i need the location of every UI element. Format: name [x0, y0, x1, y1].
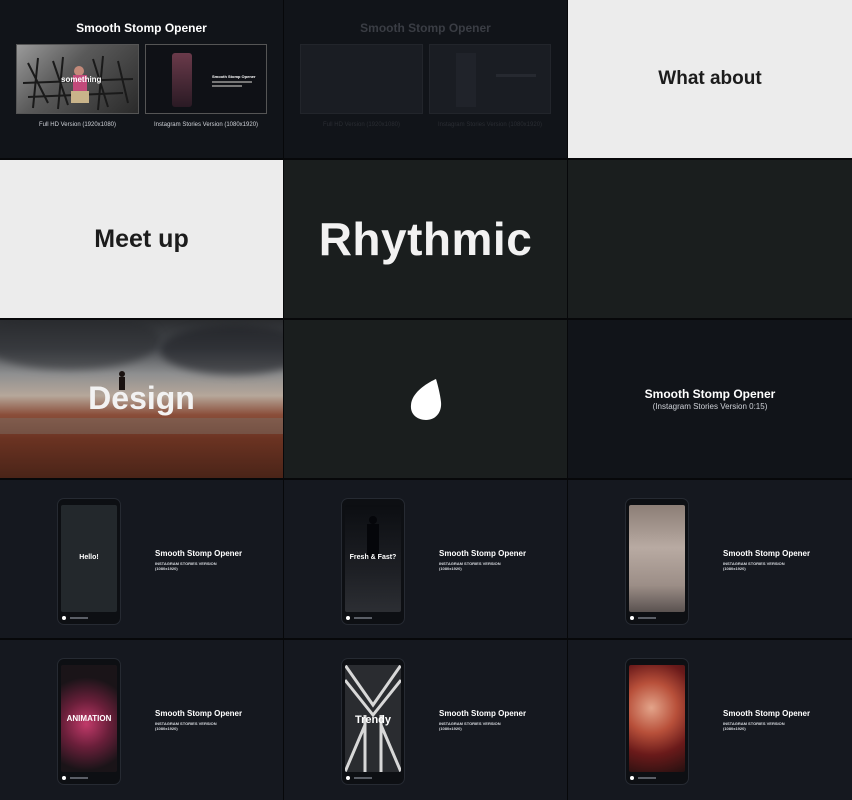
story-cell-5: Trendy Smooth Stomp Opener INSTAGRAM STO…	[284, 640, 567, 800]
cell-blank	[568, 160, 852, 318]
phone-bar	[62, 775, 116, 781]
end-card-subtitle: (Instagram Stories Version 0:15)	[652, 402, 768, 411]
cell-meet-up: Meet up	[0, 160, 283, 318]
story-subtitle: INSTAGRAM STORIES VERSION (1080x1920)	[723, 561, 785, 571]
instagram-thumbnail-faded	[429, 44, 551, 114]
story-title: Smooth Stomp Opener	[723, 709, 811, 718]
cell-rhythmic: Rhythmic	[284, 160, 567, 318]
cell-what-about: What about	[568, 0, 852, 158]
versions-title-faded: Smooth Stomp Opener	[360, 21, 491, 35]
story-cell-1: Hello! Smooth Stomp Opener INSTAGRAM STO…	[0, 480, 283, 638]
phone-screen	[629, 665, 685, 772]
ridge-shape	[0, 418, 283, 434]
phone-text: Fresh & Fast?	[349, 554, 397, 562]
cell-versions-faded: Smooth Stomp Opener Full HD Version (192…	[284, 0, 567, 158]
story-subtitle: INSTAGRAM STORIES VERSION (1080x1920)	[439, 721, 501, 731]
phone-mockup: Fresh & Fast?	[342, 499, 404, 624]
phone-text: Hello!	[79, 554, 99, 562]
mini-phone-faded	[456, 53, 476, 107]
versions-title: Smooth Stomp Opener	[76, 21, 207, 35]
mini-line	[212, 85, 242, 87]
full-hd-thumbnail-faded	[300, 44, 423, 114]
cell-logo	[284, 320, 567, 478]
caption-full-hd-faded: Full HD Version (1920x1080)	[322, 122, 401, 128]
word-what-about: What about	[658, 68, 762, 89]
phone-mockup	[626, 659, 688, 784]
story-title: Smooth Stomp Opener	[723, 549, 811, 558]
phone-bar	[630, 775, 684, 781]
story-cell-4: ANIMATION Smooth Stomp Opener INSTAGRAM …	[0, 640, 283, 800]
story-subtitle: INSTAGRAM STORIES VERSION (1080x1920)	[439, 561, 501, 571]
phone-bar	[630, 615, 684, 621]
phone-screen: Fresh & Fast?	[345, 505, 401, 612]
story-cell-6: Smooth Stomp Opener INSTAGRAM STORIES VE…	[568, 640, 852, 800]
phone-mockup: Hello!	[58, 499, 120, 624]
phone-mockup: Trendy	[342, 659, 404, 784]
instagram-thumbnail[interactable]: Smooth Stomp Opener	[145, 44, 267, 114]
story-subtitle: INSTAGRAM STORIES VERSION (1080x1920)	[723, 721, 785, 731]
full-hd-thumbnail[interactable]: something	[16, 44, 139, 114]
phone-bar	[346, 615, 400, 621]
story-subtitle: INSTAGRAM STORIES VERSION (1080x1920)	[155, 561, 217, 571]
caption-full-hd: Full HD Version (1920x1080)	[38, 122, 117, 128]
phone-screen: Hello!	[61, 505, 117, 612]
mini-title: Smooth Stomp Opener	[212, 74, 256, 79]
story-title: Smooth Stomp Opener	[155, 549, 243, 558]
end-card-title: Smooth Stomp Opener	[644, 387, 776, 401]
cell-versions: Smooth Stomp Opener something Smooth Sto…	[0, 0, 283, 158]
word-rhythmic: Rhythmic	[318, 213, 533, 265]
phone-mockup: ANIMATION	[58, 659, 120, 784]
story-title: Smooth Stomp Opener	[439, 709, 527, 718]
phone-bar	[62, 615, 116, 621]
overlay-word: something	[61, 75, 102, 84]
phone-screen: Trendy	[345, 665, 401, 772]
phone-bar	[346, 775, 400, 781]
envato-leaf-icon	[410, 379, 441, 420]
phone-screen: ANIMATION	[61, 665, 117, 772]
cloud-shape	[160, 325, 283, 375]
phone-text: Trendy	[354, 714, 392, 727]
figure-silhouette-icon	[367, 516, 379, 559]
story-subtitle: INSTAGRAM STORIES VERSION (1080x1920)	[155, 721, 217, 731]
word-design: Design	[88, 380, 195, 416]
cell-design: Design	[0, 320, 283, 478]
word-meet-up: Meet up	[94, 224, 189, 253]
story-title: Smooth Stomp Opener	[439, 549, 527, 558]
caption-instagram: Instagram Stories Version (1080x1920)	[153, 122, 259, 128]
mini-line	[212, 81, 252, 83]
cell-end-card: Smooth Stomp Opener (Instagram Stories V…	[568, 320, 852, 478]
mini-phone-image	[172, 53, 192, 107]
phone-mockup	[626, 499, 688, 624]
mini-line-faded	[496, 74, 536, 77]
story-cell-2: Fresh & Fast? Smooth Stomp Opener INSTAG…	[284, 480, 567, 638]
story-title: Smooth Stomp Opener	[155, 709, 243, 718]
cloud-shape	[0, 320, 160, 370]
phone-text: ANIMATION	[66, 714, 112, 724]
story-cell-3: Smooth Stomp Opener INSTAGRAM STORIES VE…	[568, 480, 852, 638]
caption-instagram-faded: Instagram Stories Version (1080x1920)	[437, 122, 543, 128]
preview-grid: Smooth Stomp Opener something Smooth Sto…	[0, 0, 852, 800]
phone-screen	[629, 505, 685, 612]
